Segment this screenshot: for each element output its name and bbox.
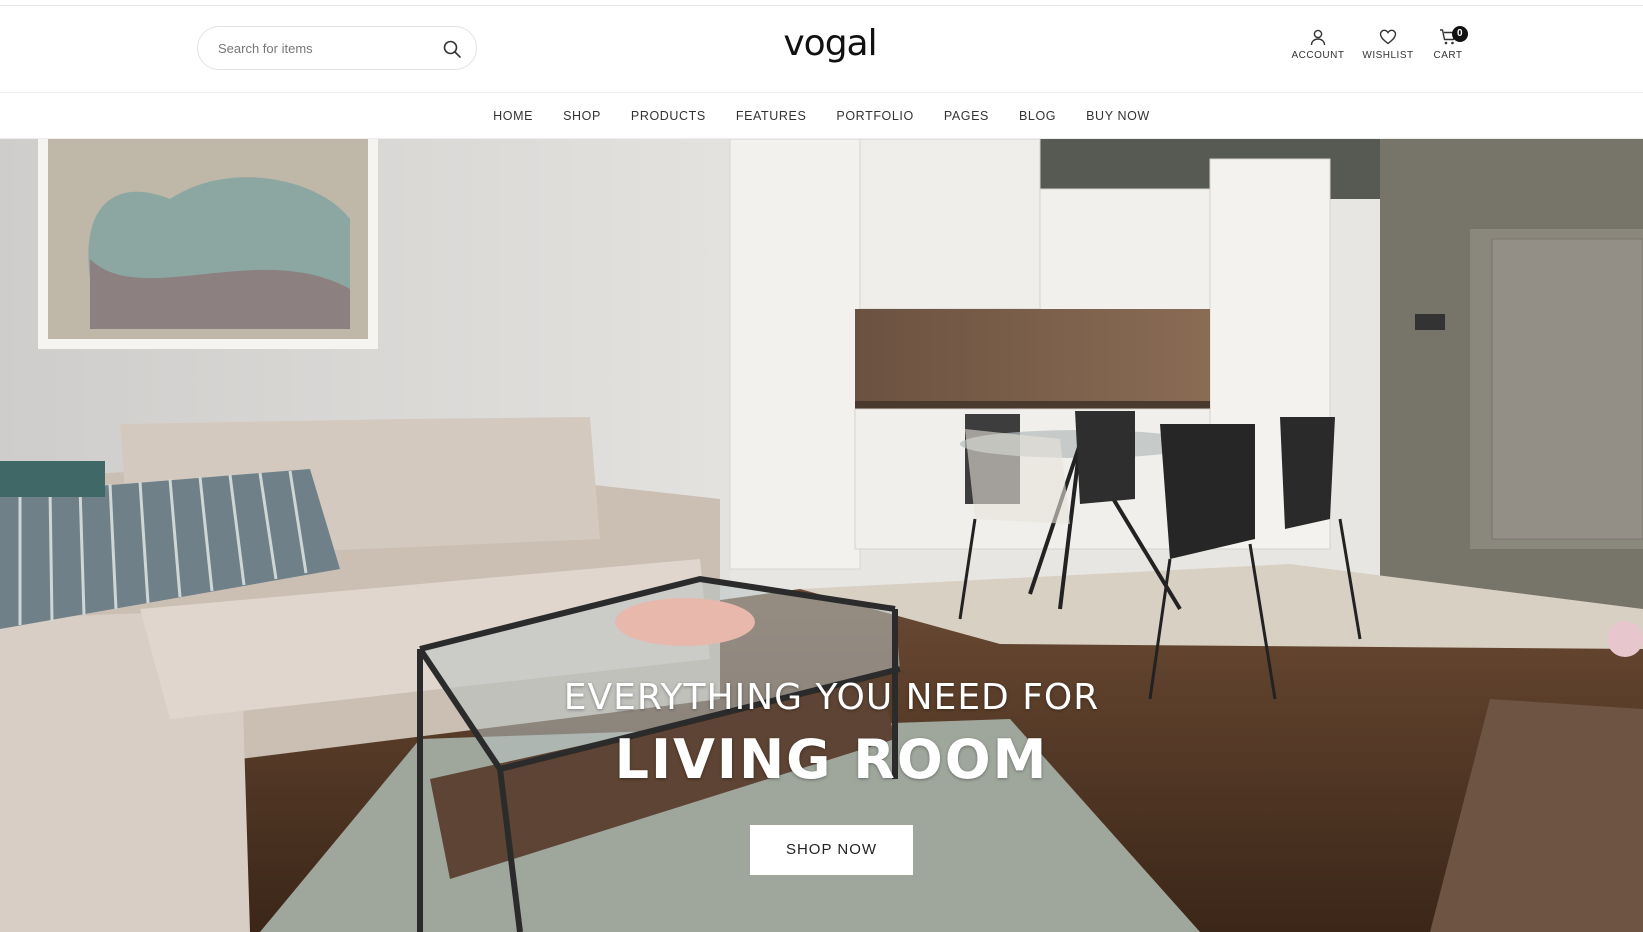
search-input[interactable] — [218, 38, 428, 58]
site-header: vogal ACCOUNT WISHLIST CART 0 — [0, 6, 1643, 93]
cart-label: CART — [1433, 50, 1463, 61]
search-box — [197, 26, 477, 70]
site-logo[interactable]: vogal — [780, 24, 880, 74]
user-icon — [1310, 29, 1326, 46]
hero-text: EVERYTHING YOU NEED FOR LIVING ROOM — [0, 677, 1643, 791]
nav-item-home[interactable]: HOME — [493, 109, 533, 123]
hero-subtitle: EVERYTHING YOU NEED FOR — [563, 677, 1100, 718]
account-label: ACCOUNT — [1291, 50, 1345, 61]
heart-icon — [1379, 29, 1397, 45]
wishlist-link[interactable]: WISHLIST — [1360, 28, 1416, 78]
hero-banner: EVERYTHING YOU NEED FOR LIVING ROOM SHOP… — [0, 139, 1643, 932]
hero-background-image — [0, 139, 1643, 932]
nav-item-pages[interactable]: PAGES — [944, 109, 989, 123]
nav-item-buy-now[interactable]: BUY NOW — [1086, 109, 1150, 123]
main-navigation: HOME SHOP PRODUCTS FEATURES PORTFOLIO PA… — [0, 93, 1643, 139]
nav-item-portfolio[interactable]: PORTFOLIO — [836, 109, 913, 123]
hero-title: LIVING ROOM — [614, 728, 1049, 791]
shop-now-button[interactable]: SHOP NOW — [750, 825, 913, 875]
wishlist-label: WISHLIST — [1362, 50, 1414, 61]
nav-item-products[interactable]: PRODUCTS — [631, 109, 706, 123]
cart-link[interactable]: CART 0 — [1428, 26, 1468, 78]
nav-item-features[interactable]: FEATURES — [736, 109, 807, 123]
search-icon[interactable] — [442, 39, 462, 59]
cart-count-badge: 0 — [1452, 26, 1468, 42]
nav-item-shop[interactable]: SHOP — [563, 109, 601, 123]
account-link[interactable]: ACCOUNT — [1290, 28, 1346, 78]
nav-item-blog[interactable]: BLOG — [1019, 109, 1056, 123]
